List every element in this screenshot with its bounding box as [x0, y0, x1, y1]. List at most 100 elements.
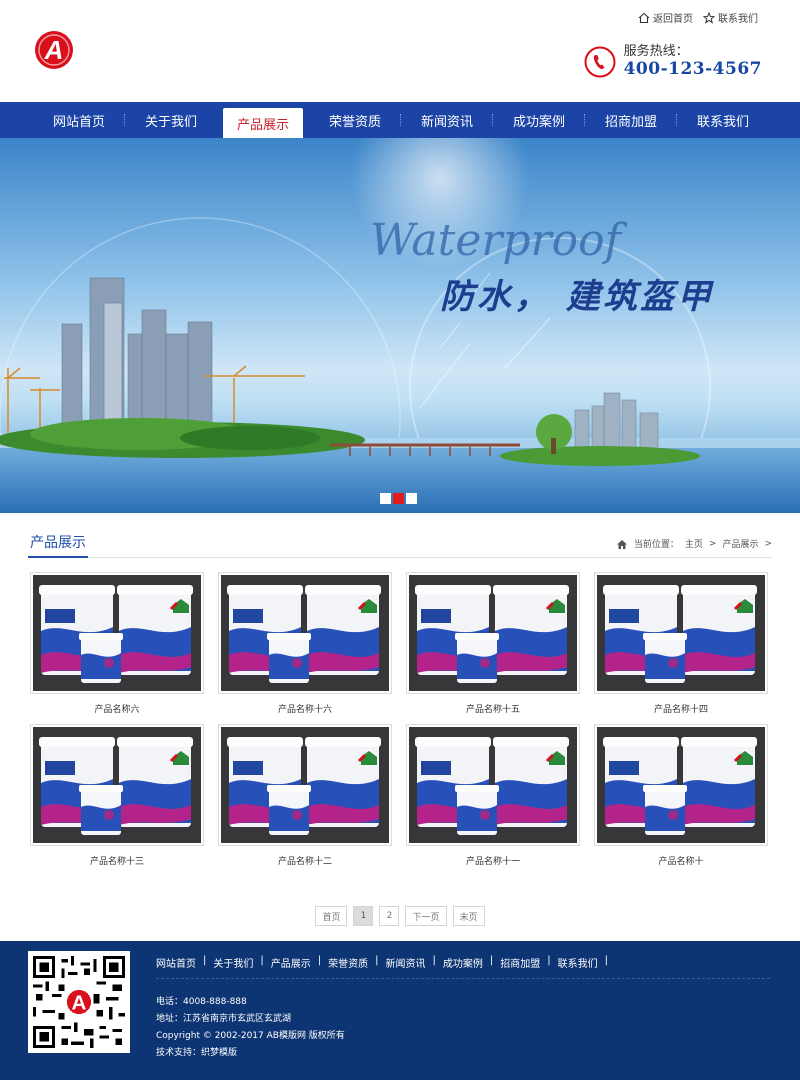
section-header: 产品展示 当前位置： 主页 > 产品展示 > — [28, 532, 772, 558]
breadcrumb-separator: > — [764, 538, 772, 549]
footer-link[interactable]: 关于我们 — [213, 955, 253, 970]
nav-label: 联系我们 — [696, 114, 749, 130]
footer-link-separator: | — [432, 955, 436, 966]
product-name[interactable]: 产品名称十 — [594, 854, 768, 867]
product-card[interactable]: 产品名称六 — [30, 572, 204, 724]
nav-label: 新闻资讯 — [420, 114, 473, 130]
product-image — [33, 575, 201, 691]
footer-link[interactable]: 产品展示 — [271, 955, 311, 970]
home-link-label: 返回首页 — [653, 14, 693, 25]
product-image-frame[interactable] — [406, 724, 580, 846]
contact-link[interactable]: 联系我们 — [703, 10, 758, 25]
product-name[interactable]: 产品名称六 — [30, 702, 204, 715]
product-image-frame[interactable] — [594, 724, 768, 846]
footer-link[interactable]: 网站首页 — [156, 955, 196, 970]
breadcrumb-current[interactable]: 产品展示 — [722, 537, 758, 550]
footer-info: 电话：4008-888-888 地址：江苏省南京市玄武区玄武湖 Copyrigh… — [156, 994, 345, 1062]
product-name[interactable]: 产品名称十三 — [30, 854, 204, 867]
product-image-frame[interactable] — [594, 572, 768, 694]
footer-link-separator: | — [604, 955, 608, 966]
nav-label: 成功案例 — [512, 114, 565, 130]
qr-code-icon: A — [33, 956, 125, 1048]
product-card[interactable]: 产品名称十五 — [406, 572, 580, 724]
nav-item-home[interactable]: 网站首页 — [33, 102, 125, 138]
hotline: 服务热线： 400-123-4567 — [584, 44, 762, 79]
product-image-frame[interactable] — [218, 572, 392, 694]
home-icon — [638, 12, 650, 23]
product-name[interactable]: 产品名称十四 — [594, 702, 768, 715]
product-name[interactable]: 产品名称十六 — [218, 702, 392, 715]
qr-logo-letter: A — [72, 991, 87, 1014]
footer-link-separator: | — [317, 955, 322, 966]
product-name[interactable]: 产品名称十一 — [406, 854, 580, 867]
slider-dot[interactable] — [380, 493, 391, 504]
footer-link-separator: | — [547, 955, 551, 966]
nav-label: 产品展示 — [236, 117, 289, 133]
product-image-frame[interactable] — [30, 724, 204, 846]
product-card[interactable]: 产品名称十三 — [30, 724, 204, 876]
footer-link[interactable]: 荣誉资质 — [328, 955, 368, 970]
hotline-label: 服务热线： — [623, 44, 689, 59]
main-nav: 网站首页 关于我们 产品展示 荣誉资质 新闻资讯 成功案例 招商加盟 联系我们 — [0, 102, 800, 138]
nav-item-about[interactable]: 关于我们 — [125, 102, 217, 138]
product-image-frame[interactable] — [218, 724, 392, 846]
nav-label: 招商加盟 — [604, 114, 657, 130]
breadcrumb-separator: > — [708, 538, 717, 549]
slider-dots — [380, 493, 417, 504]
star-icon — [703, 11, 715, 24]
product-image-frame[interactable] — [406, 572, 580, 694]
page-next[interactable]: 下一页 — [405, 906, 447, 926]
phone-icon — [584, 46, 616, 77]
hotline-number: 400-123-4567 — [623, 59, 762, 79]
product-image-frame[interactable] — [30, 572, 204, 694]
section-title: 产品展示 — [28, 532, 88, 558]
page-1-current[interactable]: 1 — [353, 906, 374, 926]
footer-support[interactable]: 技术支持：织梦模版 — [156, 1045, 345, 1062]
footer-link[interactable]: 新闻资讯 — [386, 955, 426, 970]
page-first[interactable]: 首页 — [315, 906, 348, 926]
page-last[interactable]: 末页 — [452, 906, 485, 926]
banner-scene — [0, 138, 800, 513]
footer-link[interactable]: 成功案例 — [443, 955, 483, 970]
nav-item-honors[interactable]: 荣誉资质 — [309, 102, 401, 138]
product-name[interactable]: 产品名称十二 — [218, 854, 392, 867]
footer-link-separator: | — [489, 955, 494, 966]
page-2[interactable]: 2 — [379, 906, 400, 926]
product-card[interactable]: 产品名称十一 — [406, 724, 580, 876]
breadcrumb: 当前位置： 主页 > 产品展示 > — [616, 537, 772, 550]
slider-dot-active[interactable] — [393, 493, 404, 504]
breadcrumb-home[interactable]: 主页 — [685, 537, 703, 550]
product-image — [409, 727, 577, 843]
nav-item-products[interactable]: 产品展示 — [223, 108, 303, 138]
footer: A 网站首页 | 关于我们 | 产品展示 | 荣誉资质 | 新闻资讯 | 成功案例 | 招商加盟 | 联系我… — [0, 941, 800, 1080]
contact-link-label: 联系我们 — [718, 14, 758, 25]
logo[interactable]: A — [34, 30, 74, 70]
nav-item-cases[interactable]: 成功案例 — [493, 102, 585, 138]
hero-banner[interactable]: Waterproof 防水， 建筑盔甲 — [0, 138, 800, 513]
footer-links: 网站首页 | 关于我们 | 产品展示 | 荣誉资质 | 新闻资讯 | 成功案例 | 招商加盟 | 联系我们 | — [156, 955, 615, 970]
product-image — [33, 727, 201, 843]
footer-link[interactable]: 招商加盟 — [500, 955, 540, 970]
product-grid: 产品名称六 产品名称十六 产品名称十五 产品名称十四 产品名称十三 产品名称十二… — [30, 572, 770, 876]
footer-link-separator: | — [203, 955, 207, 966]
footer-link[interactable]: 联系我们 — [558, 955, 598, 970]
product-name[interactable]: 产品名称十五 — [406, 702, 580, 715]
footer-phone: 电话：4008-888-888 — [156, 997, 247, 1007]
nav-item-contact[interactable]: 联系我们 — [677, 102, 769, 138]
banner-script-text: Waterproof — [370, 215, 621, 266]
product-card[interactable]: 产品名称十二 — [218, 724, 392, 876]
qr-code: A — [28, 951, 130, 1053]
nav-label: 网站首页 — [52, 114, 105, 130]
home-link[interactable]: 返回首页 — [638, 10, 693, 25]
slider-dot[interactable] — [406, 493, 417, 504]
product-card[interactable]: 产品名称十六 — [218, 572, 392, 724]
nav-item-news[interactable]: 新闻资讯 — [401, 102, 493, 138]
nav-item-join[interactable]: 招商加盟 — [585, 102, 677, 138]
footer-link-separator: | — [260, 955, 264, 966]
nav-label: 关于我们 — [144, 114, 197, 130]
product-card[interactable]: 产品名称十 — [594, 724, 768, 876]
product-image — [597, 575, 765, 691]
product-image — [409, 575, 577, 691]
footer-address: 地址：江苏省南京市玄武区玄武湖 — [156, 1014, 292, 1024]
product-card[interactable]: 产品名称十四 — [594, 572, 768, 724]
